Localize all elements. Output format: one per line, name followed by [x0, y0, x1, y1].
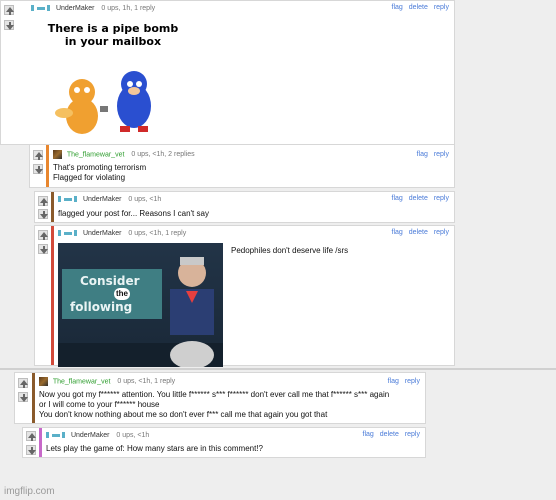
watermark: imgflip.com — [4, 486, 55, 497]
reply-link[interactable]: reply — [434, 4, 449, 11]
user-logo-icon — [58, 230, 77, 237]
comment-meta: 0 ups, <1h — [128, 196, 162, 203]
username[interactable]: The_flamewar_vet — [53, 378, 111, 385]
comment-meta: 0 ups, <1h, 2 replies — [131, 151, 195, 159]
comment-text: That's promoting terrorism Flagged for v… — [53, 163, 147, 182]
meme-word-consider: Consider — [80, 274, 140, 288]
downvote-button[interactable] — [38, 244, 48, 254]
comment-meta: 0 ups, 1h, 1 reply — [101, 5, 156, 12]
comment-text: Pedophiles don't deserve life /srs — [231, 246, 349, 255]
flag-link[interactable]: flag — [417, 151, 428, 158]
meme-caption: There is a pipe bomb in your mailbox — [47, 22, 179, 48]
thread-stripe — [51, 192, 54, 222]
delete-link[interactable]: delete — [409, 229, 428, 236]
person-illustration — [170, 257, 214, 367]
down-arrow-icon — [28, 447, 36, 455]
user-logo-icon — [31, 5, 50, 12]
delete-link[interactable]: delete — [380, 431, 399, 438]
avatar[interactable] — [53, 150, 62, 159]
comment-1: UnderMaker 0 ups, 1h, 1 reply flag delet… — [0, 0, 455, 145]
comment-text: flagged your post for... Reasons I can't… — [58, 209, 209, 218]
section-divider — [0, 368, 556, 370]
username[interactable]: UnderMaker — [83, 196, 122, 203]
up-arrow-icon — [35, 152, 43, 160]
comment-meta: 0 ups, <1h, 1 reply — [128, 230, 187, 237]
upvote-button[interactable] — [33, 150, 43, 160]
reply-link[interactable]: reply — [405, 431, 420, 438]
user-logo-icon — [46, 432, 65, 439]
up-arrow-icon — [20, 380, 28, 388]
flag-link[interactable]: flag — [388, 378, 399, 385]
upvote-button[interactable] — [38, 230, 48, 240]
comment-text: Now you got my f****** attention. You li… — [39, 390, 390, 419]
user-logo-icon — [58, 196, 77, 203]
username[interactable]: UnderMaker — [83, 230, 122, 237]
down-arrow-icon — [40, 246, 48, 254]
reply-link[interactable]: reply — [405, 378, 420, 385]
comment-6: UnderMaker 0 ups, <1h flag delete reply … — [22, 427, 426, 458]
comment-4: UnderMaker 0 ups, <1h, 1 reply flag dele… — [34, 225, 455, 367]
delete-link[interactable]: delete — [409, 195, 428, 202]
comment-3: UnderMaker 0 ups, <1h flag delete reply … — [34, 191, 455, 223]
upvote-button[interactable] — [4, 5, 14, 15]
down-arrow-icon — [6, 22, 14, 30]
reply-link[interactable]: reply — [434, 229, 449, 236]
downvote-button[interactable] — [18, 392, 28, 402]
flag-link[interactable]: flag — [363, 431, 374, 438]
comment-meta: 0 ups, <1h, 1 reply — [117, 378, 176, 386]
username[interactable]: The_flamewar_vet — [67, 151, 125, 158]
comment-meta: 0 ups, <1h — [116, 432, 150, 439]
delete-link[interactable]: delete — [409, 4, 428, 11]
cartoon-characters-illustration — [55, 71, 151, 134]
upvote-button[interactable] — [18, 378, 28, 388]
username[interactable]: UnderMaker — [56, 5, 95, 12]
flag-link[interactable]: flag — [392, 4, 403, 11]
thread-stripe — [51, 226, 54, 365]
username[interactable]: UnderMaker — [71, 432, 110, 439]
reply-link[interactable]: reply — [434, 151, 449, 158]
down-arrow-icon — [40, 211, 48, 219]
downvote-button[interactable] — [26, 445, 36, 455]
up-arrow-icon — [6, 7, 14, 15]
up-arrow-icon — [28, 433, 36, 441]
flag-link[interactable]: flag — [392, 195, 403, 202]
comment-5: The_flamewar_vet 0 ups, <1h, 1 reply fla… — [14, 372, 426, 424]
up-arrow-icon — [40, 198, 48, 206]
down-arrow-icon — [20, 394, 28, 402]
flag-link[interactable]: flag — [392, 229, 403, 236]
reply-link[interactable]: reply — [434, 195, 449, 202]
downvote-button[interactable] — [4, 20, 14, 30]
avatar[interactable] — [39, 377, 48, 386]
meme-word-the: the — [114, 288, 130, 300]
upvote-button[interactable] — [26, 431, 36, 441]
comment-2: The_flamewar_vet 0 ups, <1h, 2 replies f… — [29, 144, 455, 188]
downvote-button[interactable] — [33, 164, 43, 174]
meme-image[interactable]: Consider the following — [58, 243, 223, 367]
downvote-button[interactable] — [38, 209, 48, 219]
thread-stripe — [39, 428, 42, 457]
meme-word-following: following — [70, 300, 133, 314]
meme-image[interactable]: There is a pipe bomb in your mailbox — [42, 16, 184, 141]
down-arrow-icon — [35, 166, 43, 174]
thread-stripe — [46, 145, 49, 187]
thread-stripe — [32, 373, 35, 423]
upvote-button[interactable] — [38, 196, 48, 206]
up-arrow-icon — [40, 232, 48, 240]
comment-text: Lets play the game of: How many stars ar… — [46, 444, 263, 453]
